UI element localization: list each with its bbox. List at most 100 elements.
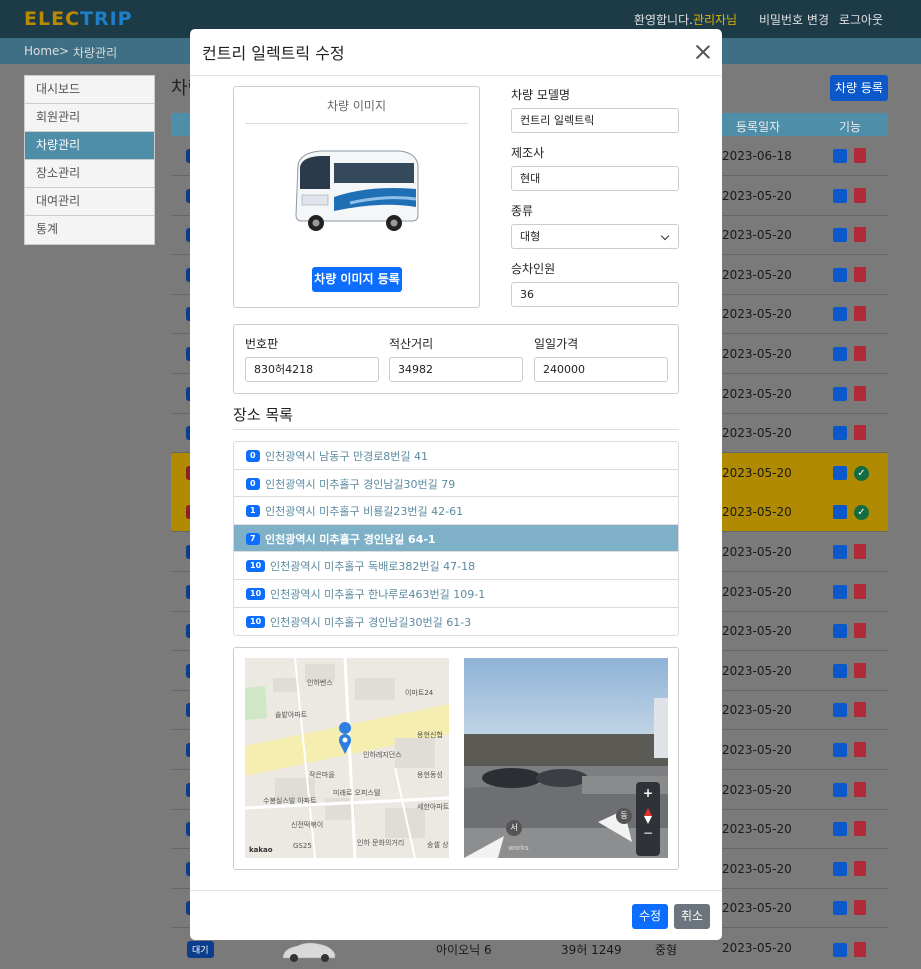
vehicle-reg-date: 2023-05-20 (722, 426, 792, 441)
seats-input[interactable]: 36 (511, 282, 679, 307)
location-list-item[interactable]: 0 인천광역시 남동구 만경로8번길 41 (234, 442, 678, 470)
location-count-badge: 7 (246, 532, 260, 545)
trash-icon[interactable] (854, 583, 866, 599)
edit-icon[interactable] (833, 822, 847, 837)
location-list-item[interactable]: 10 인천광역시 미추홀구 한나루로463번길 109-1 (234, 580, 678, 608)
edit-icon[interactable] (833, 228, 847, 243)
edit-icon[interactable] (833, 188, 847, 203)
sidebar-item-dashboard[interactable]: 대시보드 (25, 76, 154, 104)
trash-icon[interactable] (854, 860, 866, 876)
edit-icon[interactable] (833, 943, 847, 957)
sidebar-item-places[interactable]: 장소관리 (25, 160, 154, 188)
trash-icon[interactable] (854, 187, 866, 203)
map-label: 신전떡볶이 (291, 821, 324, 829)
check-icon[interactable]: ✓ (854, 505, 869, 521)
cancel-button[interactable]: 취소 (674, 904, 710, 929)
edit-icon[interactable] (833, 426, 847, 441)
west-marker[interactable]: 서 (506, 820, 522, 836)
vehicle-reg-date: 2023-05-20 (722, 624, 792, 639)
logo[interactable]: ELECTRIP (24, 8, 133, 30)
east-marker[interactable]: 동 (616, 808, 632, 824)
maker-input[interactable]: 현대 (511, 166, 679, 191)
vehicle-image-upload-button[interactable]: 차량 이미지 등록 (312, 267, 402, 292)
plate-input[interactable]: 830허4218 (245, 357, 379, 382)
edit-icon[interactable] (833, 782, 847, 797)
map-label: 세한아파트 (417, 803, 449, 811)
trash-icon[interactable] (854, 346, 866, 361)
trash-icon[interactable] (854, 781, 866, 797)
trash-icon[interactable] (854, 306, 866, 322)
edit-icon[interactable] (833, 505, 847, 520)
trash-icon[interactable] (854, 742, 866, 757)
trash-icon[interactable] (854, 821, 866, 837)
change-password-link[interactable]: 비밀번호 변경 (759, 13, 829, 27)
kakao-logo: kakao (249, 846, 273, 854)
edit-icon[interactable] (833, 663, 847, 678)
save-button[interactable]: 수정 (632, 904, 668, 929)
register-vehicle-button[interactable]: 차량 등록 (830, 75, 888, 101)
sidebar: 대시보드 회원관리 차량관리 장소관리 대여관리 통계 (24, 75, 155, 245)
trash-icon[interactable] (854, 266, 866, 282)
location-address: 인천광역시 미추홀구 경인남길30번길 79 (265, 477, 456, 491)
type-select[interactable]: 대형 (511, 224, 679, 249)
trash-icon[interactable] (854, 702, 866, 718)
close-icon[interactable] (694, 43, 712, 61)
breadcrumb-separator: > (59, 44, 70, 58)
mileage-input[interactable]: 34982 (389, 357, 523, 382)
edit-icon[interactable] (833, 584, 847, 599)
check-icon[interactable]: ✓ (854, 465, 869, 481)
trash-icon[interactable] (854, 425, 866, 441)
sidebar-item-members[interactable]: 회원관리 (25, 104, 154, 132)
trash-icon[interactable] (854, 623, 866, 639)
location-list-item[interactable]: 10 인천광역시 미추홀구 독배로382번길 47-18 (234, 552, 678, 580)
trash-icon[interactable] (854, 900, 866, 916)
sidebar-item-stats[interactable]: 통계 (25, 216, 154, 244)
edit-icon[interactable] (833, 386, 847, 401)
zoom-out-button[interactable]: − (641, 826, 655, 840)
edit-icon[interactable] (833, 347, 847, 361)
trash-icon[interactable] (854, 662, 866, 678)
edit-icon[interactable] (833, 545, 847, 559)
breadcrumb-home[interactable]: Home (24, 44, 59, 58)
edit-icon[interactable] (833, 743, 847, 757)
car-thumbnail (282, 942, 336, 962)
edit-icon[interactable] (833, 861, 847, 876)
plate-label: 번호판 (245, 337, 279, 351)
vehicle-type: 중형 (655, 943, 678, 957)
compass-icon[interactable] (644, 808, 652, 824)
map-label: 미래로 오피스텔 (333, 789, 381, 797)
edit-icon[interactable] (833, 267, 847, 282)
vehicle-reg-date: 2023-06-18 (722, 149, 792, 163)
edit-icon[interactable] (833, 307, 847, 322)
breadcrumb-current: 차량관리 (73, 46, 118, 60)
trash-icon[interactable] (854, 227, 866, 243)
location-count-badge: 10 (246, 560, 266, 573)
location-list-item[interactable]: 1 인천광역시 미추홀구 비룡길23번길 42-61 (234, 497, 678, 525)
edit-icon[interactable] (833, 149, 847, 163)
location-address: 인천광역시 미추홀구 한나루로463번길 109-1 (270, 587, 486, 601)
model-input[interactable]: 컨트리 일렉트릭 (511, 108, 679, 133)
vehicle-plate: 39허 1249 (561, 943, 622, 957)
location-list-item[interactable]: 7 인천광역시 미추홀구 경인남길 64-1 (234, 524, 678, 553)
price-input[interactable]: 240000 (534, 357, 668, 382)
vehicle-reg-date: 2023-05-20 (722, 743, 792, 757)
vehicle-reg-date: 2023-05-20 (722, 347, 792, 361)
edit-icon[interactable] (833, 703, 847, 718)
location-list-item[interactable]: 0 인천광역시 미추홀구 경인남길30번길 79 (234, 470, 678, 498)
location-address: 인천광역시 미추홀구 경인남길 64-1 (265, 532, 436, 546)
vehicle-reg-date: 2023-05-20 (722, 941, 792, 955)
trash-icon[interactable] (854, 544, 866, 559)
street-view[interactable]: 서 동 works + − (464, 658, 668, 858)
logout-link[interactable]: 로그아웃 (839, 13, 883, 27)
trash-icon[interactable] (854, 148, 866, 163)
sidebar-item-vehicles[interactable]: 차량관리 (25, 132, 154, 160)
zoom-in-button[interactable]: + (641, 786, 655, 800)
sidebar-item-rentals[interactable]: 대여관리 (25, 188, 154, 216)
map-view[interactable]: 인하벤스 이마트24 솔밭아파트 용현신협 인하레지던스 작은마을 용현동성 미… (245, 658, 449, 858)
edit-icon[interactable] (833, 465, 847, 480)
location-list-item[interactable]: 10 인천광역시 미추홀구 경인남길30번길 61-3 (234, 608, 678, 636)
edit-icon[interactable] (833, 624, 847, 639)
trash-icon[interactable] (854, 942, 866, 957)
edit-icon[interactable] (833, 901, 847, 916)
trash-icon[interactable] (854, 385, 866, 401)
